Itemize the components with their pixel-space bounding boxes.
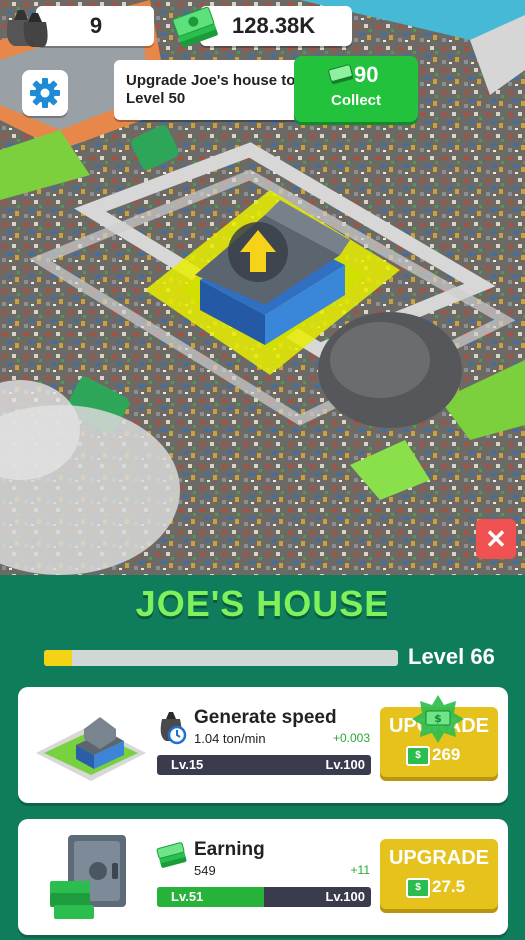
earning-title: Earning [194, 839, 265, 860]
generate-speed-delta: +0.003 [332, 731, 370, 745]
cash-amount: 128.38K [232, 13, 316, 38]
generate-speed-value: 1.04 ton/min [194, 731, 266, 746]
trash-bag-counter-bg: 9 [36, 6, 154, 46]
trash-speed-icon [160, 712, 187, 745]
collect-label: Collect [330, 92, 381, 109]
earning-delta: +11 [350, 863, 370, 877]
quest-card: Upgrade Joe's house to Level 50 90 Colle… [114, 56, 418, 122]
generate-speed-level-max: Lv.100 [325, 757, 365, 772]
collect-reward: 90 [354, 62, 379, 87]
cash-counter-bg: 128.38K [200, 6, 352, 46]
settings-button[interactable] [22, 70, 68, 116]
cash-icon: $ [406, 746, 430, 766]
earning-level-bar: Lv.51 Lv.100 [157, 887, 371, 907]
close-icon: ✕ [485, 524, 507, 554]
trash-bag-icon [6, 10, 48, 47]
upgrade-label: UPGRADE [388, 847, 489, 869]
generate-speed-upgrade-button[interactable]: UPGRADE $ 269 $ [380, 695, 498, 777]
gear-icon [30, 78, 60, 108]
level-progress-fill [44, 650, 73, 666]
svg-text:$: $ [434, 712, 442, 725]
trash-bag-count: 9 [89, 13, 103, 38]
level-label: Level 66 [408, 644, 495, 669]
generate-speed-level-bar: Lv.15 Lv.100 [157, 755, 371, 775]
quest-text: Upgrade Joe's house to Level 50 [126, 72, 296, 107]
collect-button[interactable]: 90 Collect [294, 56, 418, 122]
earning-card: Earning 549 +11 Lv.51 Lv.100 UPGRADE $ 2… [18, 819, 508, 935]
cash-stack-icon [172, 6, 218, 48]
house-thumbnail-icon [36, 717, 146, 781]
cash-stack-icon [156, 842, 187, 868]
earning-level-max: Lv.100 [325, 889, 365, 904]
cash-burst-icon: $ [412, 695, 464, 743]
earning-level-current: Lv.51 [171, 889, 204, 904]
safe-icon [50, 835, 126, 919]
cash-icon: $ [406, 878, 430, 898]
cash-icon [328, 64, 353, 85]
generate-speed-card: Generate speed 1.04 ton/min +0.003 Lv.15… [18, 687, 508, 803]
building-title: JOE'S HOUSE [135, 583, 390, 624]
generate-speed-title: Generate speed [194, 707, 337, 728]
close-button[interactable]: ✕ [476, 519, 516, 559]
upgrade-cost: 27.5 [432, 877, 466, 896]
earning-value: 549 [194, 863, 216, 878]
level-progress-bar [44, 650, 398, 666]
earning-upgrade-button[interactable]: UPGRADE $ 27.5 [380, 839, 498, 909]
generate-speed-level-current: Lv.15 [171, 757, 204, 772]
